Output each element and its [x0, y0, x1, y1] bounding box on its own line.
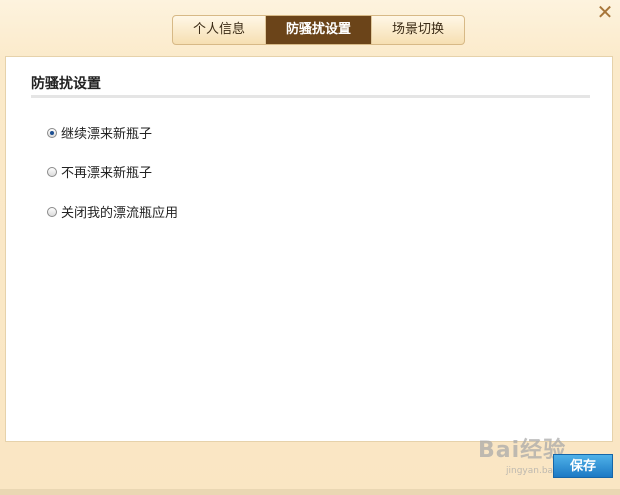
- section-title: 防骚扰设置: [31, 76, 101, 92]
- tab-scene-switch[interactable]: 场景切换: [372, 16, 464, 44]
- tab-bar: 个人信息 防骚扰设置 场景切换: [172, 15, 466, 45]
- option-close-app[interactable]: 关闭我的漂流瓶应用: [47, 202, 178, 221]
- tab-anti-harassment[interactable]: 防骚扰设置: [266, 16, 373, 44]
- option-continue-bottles[interactable]: 继续漂来新瓶子: [47, 123, 152, 142]
- option-label: 不再漂来新瓶子: [61, 166, 153, 181]
- section-divider: [31, 95, 590, 98]
- settings-dialog: ✕ 个人信息 防骚扰设置 场景切换 防骚扰设置 继续漂来新瓶子 不再漂来新瓶子 …: [0, 0, 620, 495]
- tab-personal-info[interactable]: 个人信息: [173, 16, 267, 44]
- settings-panel: 防骚扰设置 继续漂来新瓶子 不再漂来新瓶子 关闭我的漂流瓶应用: [5, 56, 613, 442]
- save-button[interactable]: 保存: [553, 454, 613, 478]
- bottom-bar: [0, 489, 620, 495]
- option-label: 继续漂来新瓶子: [61, 127, 153, 142]
- radio-stop-bottles[interactable]: [47, 166, 57, 177]
- option-label: 关闭我的漂流瓶应用: [61, 206, 179, 221]
- option-stop-bottles[interactable]: 不再漂来新瓶子: [47, 162, 152, 181]
- radio-close-app[interactable]: [47, 206, 57, 217]
- close-icon[interactable]: ✕: [596, 2, 614, 22]
- radio-continue-bottles[interactable]: [47, 127, 57, 138]
